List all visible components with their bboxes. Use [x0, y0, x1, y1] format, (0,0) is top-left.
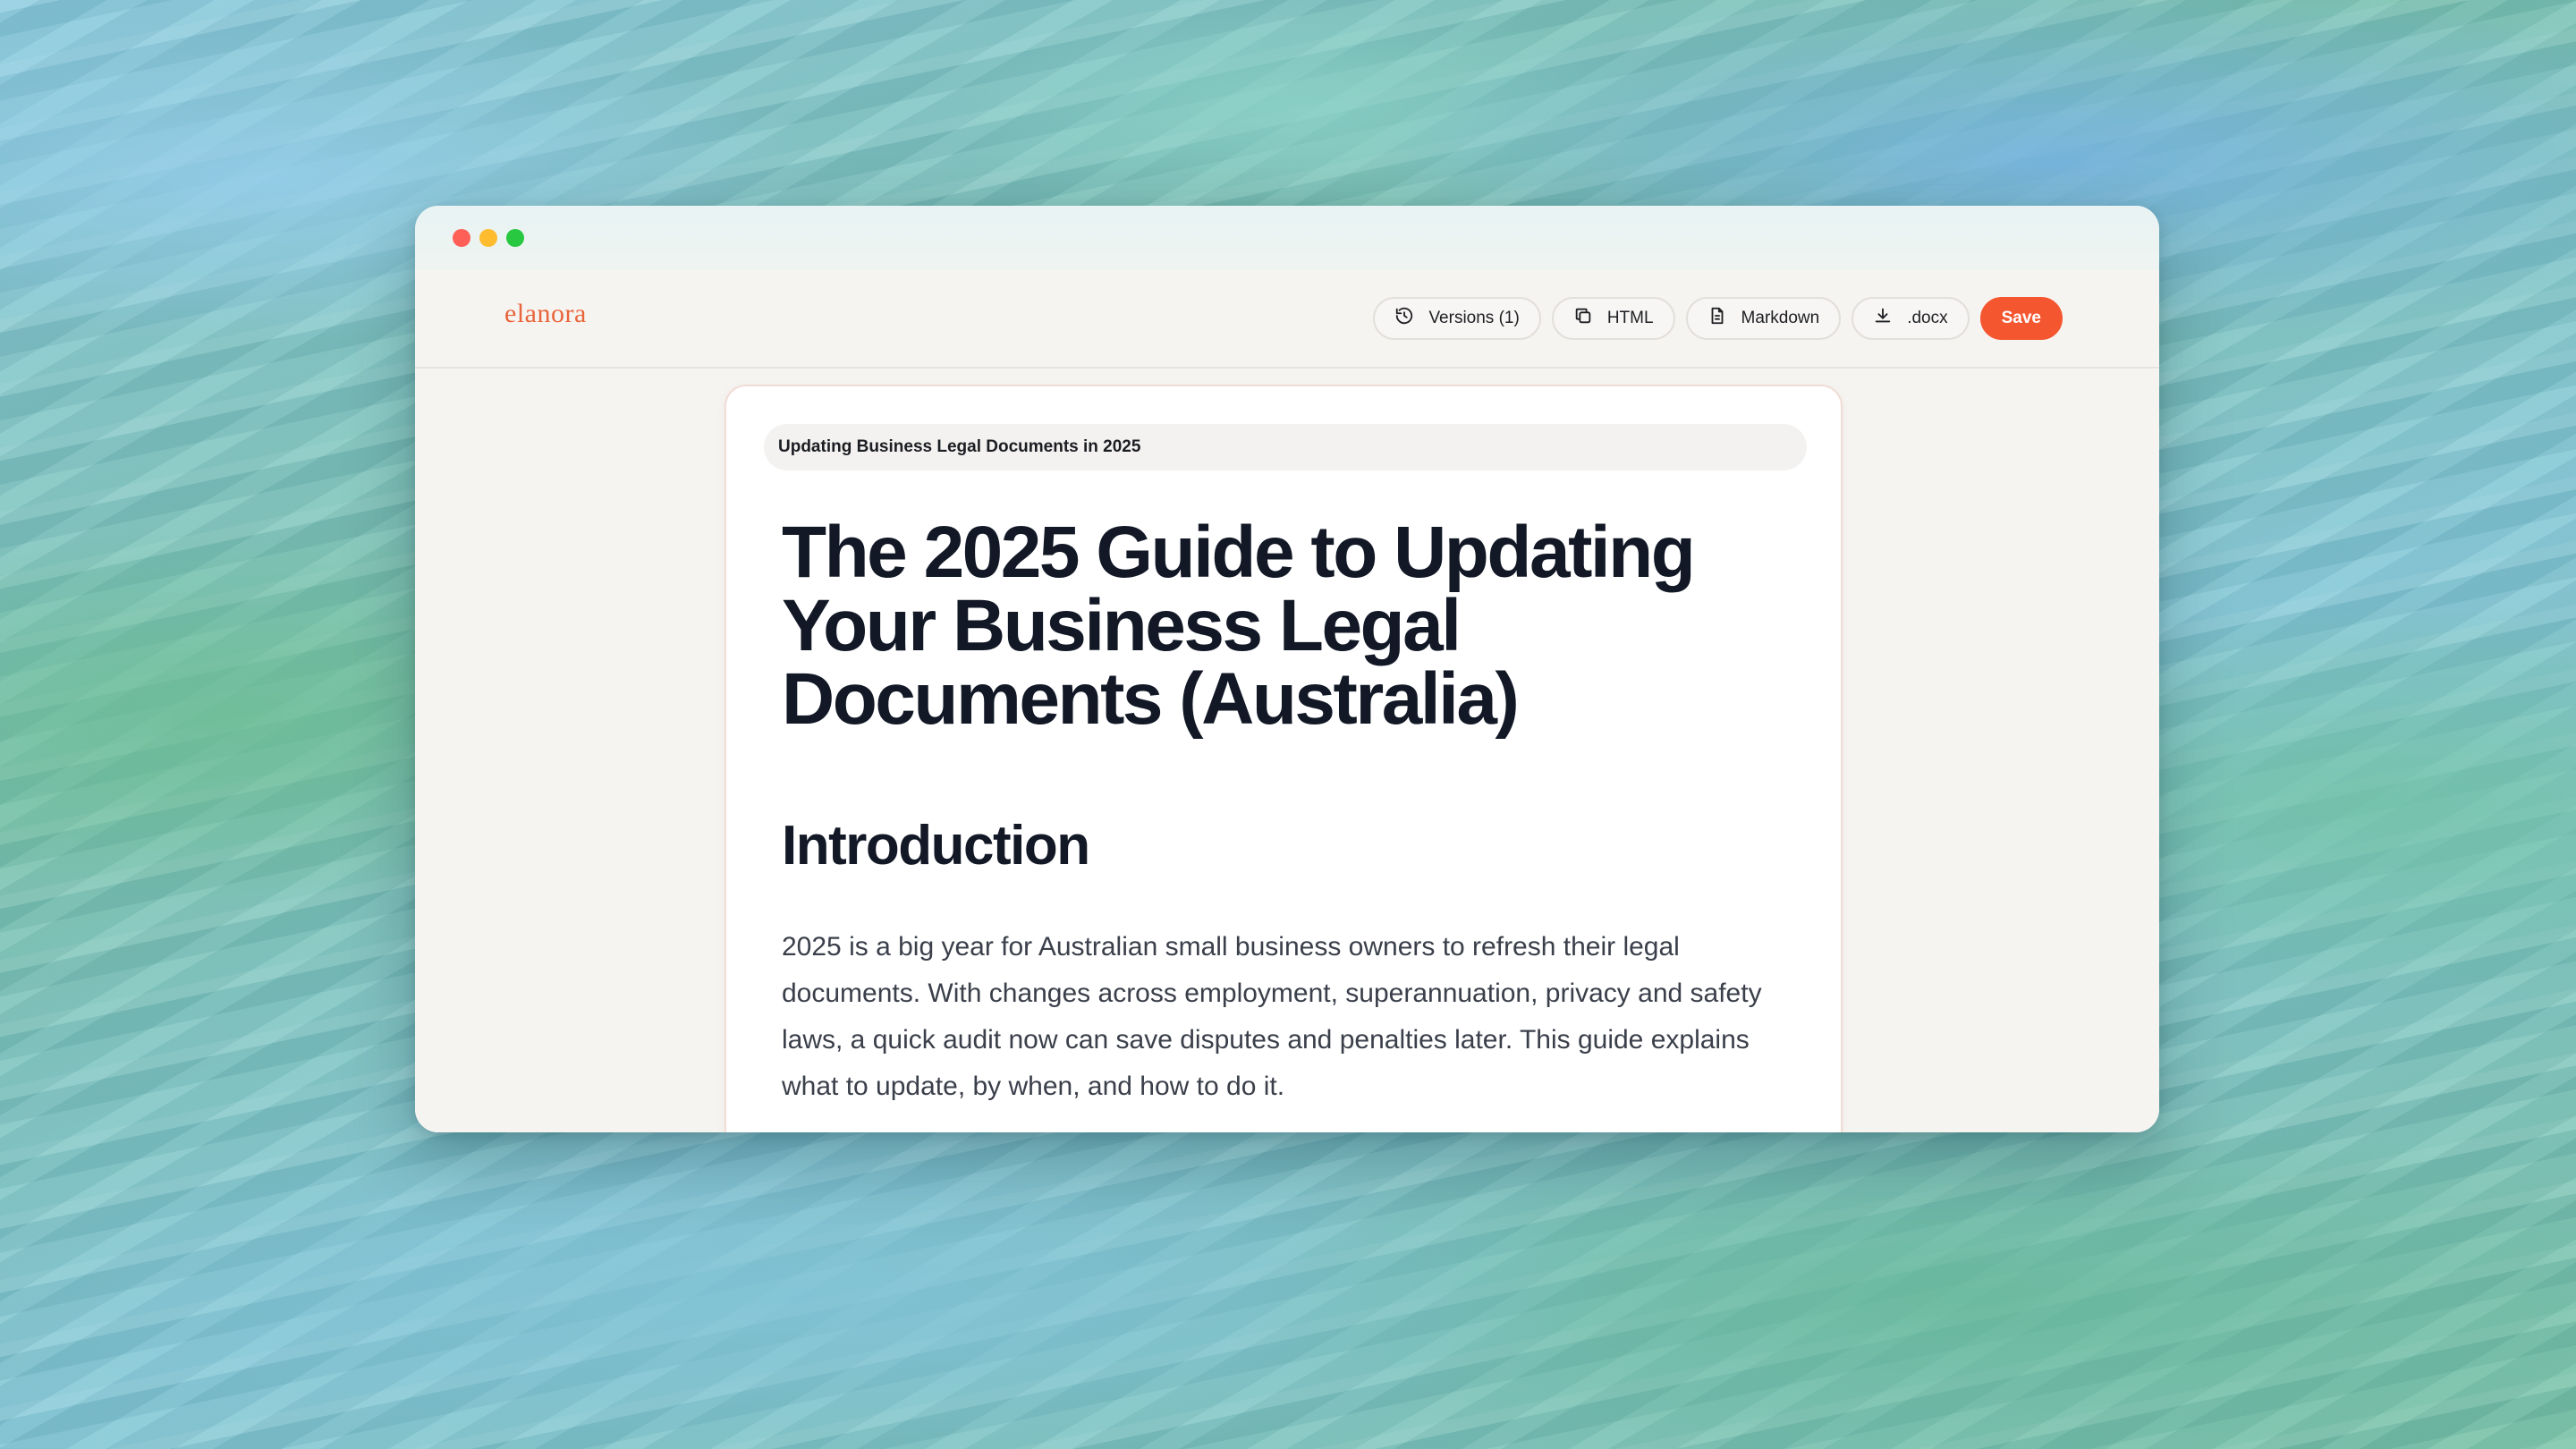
versions-button[interactable]: Versions (1) [1373, 297, 1541, 340]
markdown-label: Markdown [1741, 309, 1820, 327]
copy-icon [1573, 306, 1593, 331]
save-button[interactable]: Save [1979, 297, 2063, 340]
toolbar-actions: Versions (1) HTML Markdown .docx Save [1373, 297, 2063, 340]
maximize-window-button[interactable] [506, 229, 524, 247]
download-icon [1873, 306, 1893, 331]
download-docx-button[interactable]: .docx [1852, 297, 1970, 340]
minimize-window-button[interactable] [479, 229, 497, 247]
document-icon [1707, 306, 1727, 331]
document-title-field[interactable]: Updating Business Legal Documents in 202… [764, 424, 1807, 470]
copy-html-button[interactable]: HTML [1551, 297, 1675, 340]
app-window: elanora Versions (1) HTML Markdown .docx… [415, 206, 2159, 1132]
intro-paragraph: 2025 is a big year for Australian small … [782, 932, 1762, 1101]
app-logo: elanora [504, 299, 587, 328]
copy-markdown-button[interactable]: Markdown [1685, 297, 1842, 340]
document-page: Updating Business Legal Documents in 202… [724, 385, 1843, 1132]
editor-canvas: Updating Business Legal Documents in 202… [415, 369, 2159, 1132]
history-icon [1394, 306, 1414, 331]
versions-label: Versions (1) [1428, 309, 1520, 327]
document-body[interactable]: The 2025 Guide to Updating Your Business… [782, 516, 1784, 1110]
document-heading: The 2025 Guide to Updating Your Business… [782, 512, 1696, 740]
section-heading: Introduction [782, 815, 1090, 877]
close-window-button[interactable] [453, 229, 470, 247]
html-label: HTML [1606, 309, 1654, 327]
window-titlebar [415, 206, 2159, 270]
docx-label: .docx [1907, 309, 1948, 327]
editor-toolbar: elanora Versions (1) HTML Markdown .docx… [415, 270, 2159, 369]
